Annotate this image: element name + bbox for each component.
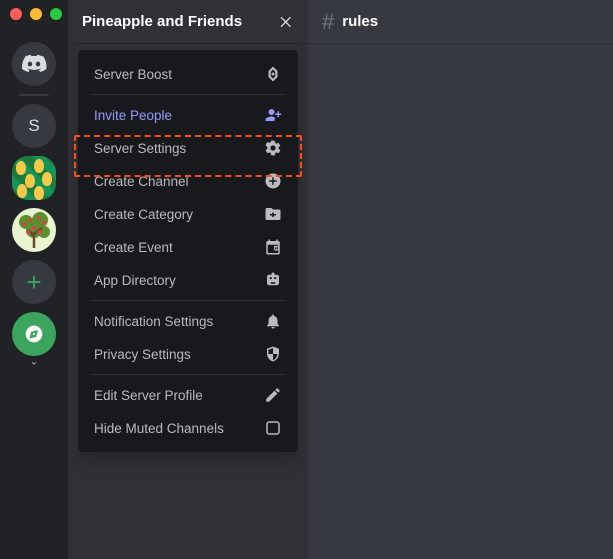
menu-item-hide-muted[interactable]: Hide Muted Channels [86,412,290,444]
menu-item-label: Server Settings [94,141,186,156]
menu-item-create-event[interactable]: Create Event [86,231,290,263]
cherry-tree-icon [12,208,56,252]
minimize-window[interactable] [30,8,42,20]
menu-item-app-directory[interactable]: App Directory [86,264,290,296]
menu-item-label: Create Category [94,207,193,222]
home-button[interactable] [12,42,56,86]
discord-logo-icon [21,54,47,74]
hash-icon: # [322,9,334,35]
menu-separator [90,374,286,375]
close-window[interactable] [10,8,22,20]
menu-separator [90,300,286,301]
invite-icon [264,106,282,124]
calendar-icon [264,238,282,256]
checkbox-icon [264,419,282,437]
server-header[interactable]: Pineapple and Friends [68,0,308,44]
channel-header: # rules [308,0,613,44]
window-controls [10,8,62,20]
menu-item-create-channel[interactable]: Create Channel [86,165,290,197]
guild-rail: S ⌄ + ⌄ [0,0,68,559]
menu-item-label: Privacy Settings [94,347,191,362]
server-title: Pineapple and Friends [82,13,242,30]
menu-item-server-boost[interactable]: Server Boost [86,58,290,90]
menu-item-label: Create Event [94,240,173,255]
menu-item-server-settings[interactable]: Server Settings [86,132,290,164]
gear-icon [264,139,282,157]
menu-item-label: Invite People [94,108,172,123]
rail-chevron-icon: ⌄ [30,357,38,368]
add-server-button[interactable]: + [12,260,56,304]
main-area: # rules [308,0,613,559]
channel-name: rules [342,13,378,30]
menu-item-notification-settings[interactable]: Notification Settings [86,305,290,337]
menu-item-label: Server Boost [94,67,172,82]
menu-item-privacy-settings[interactable]: Privacy Settings [86,338,290,370]
compass-icon [24,324,44,344]
menu-item-label: App Directory [94,273,176,288]
menu-item-label: Hide Muted Channels [94,421,224,436]
menu-item-create-category[interactable]: Create Category [86,198,290,230]
menu-item-invite-people[interactable]: Invite People [86,99,290,131]
pineapple-pattern-icon [12,156,56,200]
plus-circle-icon [264,172,282,190]
close-icon[interactable] [278,14,294,30]
menu-separator [90,94,286,95]
boost-icon [264,65,282,83]
guild-cherry[interactable] [12,208,56,252]
rail-separator [19,94,49,96]
menu-item-label: Edit Server Profile [94,388,203,403]
folder-plus-icon [264,205,282,223]
pencil-icon [264,386,282,404]
bell-icon [264,312,282,330]
server-menu: Server Boost Invite People Server Settings… [78,50,298,452]
robot-icon [264,271,282,289]
guild-pineapple[interactable]: ⌄ [12,156,56,200]
explore-servers-button[interactable] [12,312,56,356]
shield-icon [264,345,282,363]
guild-s[interactable]: S [12,104,56,148]
menu-item-label: Create Channel [94,174,189,189]
menu-item-edit-server-profile[interactable]: Edit Server Profile [86,379,290,411]
menu-item-label: Notification Settings [94,314,213,329]
zoom-window[interactable] [50,8,62,20]
